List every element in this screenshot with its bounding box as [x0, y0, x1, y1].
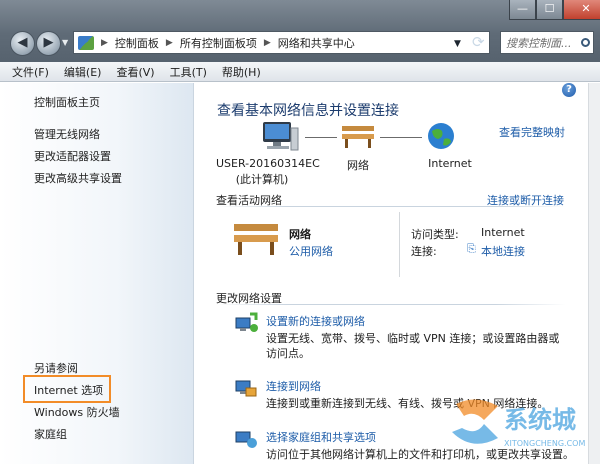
- address-dropdown-icon[interactable]: ▼: [454, 39, 461, 49]
- menu-view[interactable]: 查看(V): [116, 64, 154, 80]
- network-label: 网络: [347, 159, 369, 172]
- ethernet-icon: ⎘: [467, 242, 476, 255]
- view-full-map-link[interactable]: 查看完整映射: [499, 124, 565, 140]
- network-type-link[interactable]: 公用网络: [289, 243, 333, 259]
- menu-file[interactable]: 文件(F): [12, 64, 49, 80]
- control-panel-icon: [78, 35, 94, 50]
- page-title: 查看基本网络信息并设置连接: [217, 103, 399, 119]
- local-connection-link[interactable]: 本地连接: [481, 243, 525, 259]
- menu-help[interactable]: 帮助(H): [222, 64, 261, 80]
- breadcrumb-network-center[interactable]: 网络和共享中心: [278, 35, 355, 51]
- menu-bar: 文件(F) 编辑(E) 查看(V) 工具(T) 帮助(H): [0, 62, 600, 82]
- breadcrumb-control-panel[interactable]: 控制面板: [115, 35, 159, 51]
- minimize-button[interactable]: —: [509, 0, 536, 20]
- setup-new-connection-link[interactable]: 设置新的连接或网络: [266, 313, 365, 329]
- divider: [216, 206, 566, 207]
- help-icon[interactable]: ?: [562, 83, 576, 97]
- setup-new-connection-desc-2: 访问点。: [266, 347, 310, 360]
- homegroup-link[interactable]: 选择家庭组和共享选项: [266, 429, 376, 445]
- highlight-box: [23, 375, 111, 403]
- sidebar-item-homegroup[interactable]: 家庭组: [34, 426, 67, 442]
- watermark-subtext: XITONGCHENG.COM: [504, 439, 585, 448]
- see-also-heading: 另请参阅: [34, 362, 78, 375]
- sidebar-item-home[interactable]: 控制面板主页: [34, 94, 100, 110]
- computer-name: USER-20160314EC: [216, 157, 320, 170]
- menu-edit[interactable]: 编辑(E): [64, 64, 102, 80]
- internet-globe-icon: [428, 123, 454, 149]
- bench-large-icon: [234, 224, 278, 255]
- sidebar-item-manage-wireless[interactable]: 管理无线网络: [34, 126, 100, 142]
- computer-sub-label: (此计算机): [235, 173, 289, 186]
- window-controls: — ☐ ✕: [509, 0, 600, 22]
- watermark-text: 系统城: [504, 406, 576, 434]
- close-button[interactable]: ✕: [563, 0, 600, 20]
- search-input[interactable]: 搜索控制面...: [500, 31, 594, 54]
- active-network-name: 网络: [289, 228, 311, 241]
- search-icon[interactable]: [581, 38, 590, 47]
- internet-label: Internet: [428, 157, 472, 170]
- back-button[interactable]: ◀: [10, 31, 35, 56]
- computer-icon: [263, 122, 299, 151]
- network-setup-icon: [235, 312, 258, 332]
- connect-network-icon: [235, 380, 257, 397]
- sidebar-item-adapter-settings[interactable]: 更改适配器设置: [34, 148, 111, 164]
- breadcrumb-all-items[interactable]: 所有控制面板项: [180, 35, 257, 51]
- address-bar[interactable]: ▶ 控制面板 ▶ 所有控制面板项 ▶ 网络和共享中心: [73, 31, 490, 54]
- divider: [216, 304, 566, 305]
- homegroup-icon: [235, 431, 257, 448]
- setup-new-connection-desc: 设置无线、宽带、拨号、临时或 VPN 连接；或设置路由器或: [266, 332, 560, 345]
- maximize-button[interactable]: ☐: [536, 0, 563, 20]
- recent-pages-dropdown-icon[interactable]: ▼: [62, 38, 68, 47]
- access-type-value: Internet: [481, 226, 525, 239]
- sidebar-item-advanced-sharing[interactable]: 更改高级共享设置: [34, 170, 122, 186]
- access-type-label: 访问类型:: [411, 228, 459, 241]
- breadcrumb-separator[interactable]: ▶: [166, 38, 173, 48]
- menu-tools[interactable]: 工具(T): [170, 64, 207, 80]
- connect-to-network-link[interactable]: 连接到网络: [266, 378, 321, 394]
- map-link-line: [380, 137, 422, 138]
- map-link-line: [305, 137, 337, 138]
- sidebar-item-firewall[interactable]: Windows 防火墙: [34, 404, 120, 420]
- breadcrumb-separator[interactable]: ▶: [264, 38, 271, 48]
- search-placeholder: 搜索控制面...: [506, 36, 572, 50]
- bench-icon: [342, 126, 374, 148]
- watermark-logo: 系统城 XITONGCHENG.COM: [452, 399, 585, 448]
- refresh-icon[interactable]: ⟳: [472, 33, 485, 51]
- breadcrumb-separator[interactable]: ▶: [101, 38, 108, 48]
- connections-label: 连接:: [411, 245, 437, 258]
- forward-button[interactable]: ▶: [36, 31, 61, 56]
- divider: [399, 212, 400, 277]
